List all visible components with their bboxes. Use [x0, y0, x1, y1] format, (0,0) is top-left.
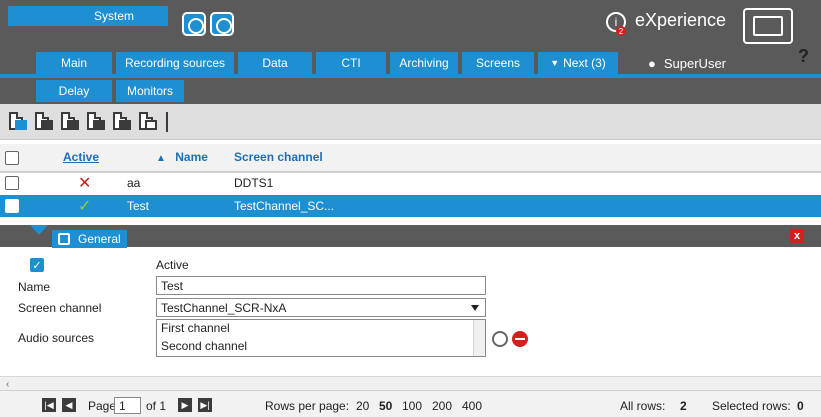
- toolbar: [0, 104, 821, 140]
- grid-header: Active ▲ Name Screen channel: [0, 144, 821, 173]
- selected-rows-value: 0: [797, 399, 804, 413]
- tab-screens[interactable]: Screens: [462, 52, 534, 74]
- rows-per-page-option[interactable]: 100: [402, 399, 422, 413]
- tab-next[interactable]: ▼ Next (3): [538, 52, 618, 74]
- column-active[interactable]: Active: [63, 150, 99, 164]
- tab-archiving[interactable]: Archiving: [390, 52, 458, 74]
- close-detail-button[interactable]: x: [790, 229, 804, 243]
- prev-page-button[interactable]: ◀: [62, 398, 76, 412]
- support-icon[interactable]: [182, 12, 206, 36]
- all-rows-value: 2: [680, 399, 687, 413]
- caret-down-icon: ▼: [550, 58, 560, 68]
- new-icon[interactable]: [6, 110, 28, 132]
- page-total: of 1: [146, 399, 167, 413]
- subtab-monitors[interactable]: Monitors: [116, 80, 184, 102]
- general-icon: [58, 233, 70, 245]
- inactive-icon: ✕: [78, 175, 92, 192]
- last-page-button[interactable]: ▶|: [198, 398, 212, 412]
- active-checkbox[interactable]: ✓: [30, 258, 44, 272]
- system-button[interactable]: System: [8, 6, 168, 26]
- tab-cti[interactable]: CTI: [316, 52, 386, 74]
- dropdown-arrow-icon: [471, 305, 479, 311]
- row-checkbox[interactable]: [5, 176, 19, 190]
- selected-rows-label: Selected rows:: [712, 399, 791, 413]
- tab-general[interactable]: General: [52, 230, 127, 248]
- pagination-bar: |◀ ◀ Page 1 of 1 ▶ ▶| Rows per page: 20 …: [0, 390, 821, 417]
- paste-icon[interactable]: [84, 110, 106, 132]
- table-row[interactable]: ✕ aa DDTS1: [0, 172, 821, 194]
- tab-main[interactable]: Main: [36, 52, 112, 74]
- help-icon[interactable]: ?: [798, 46, 809, 67]
- gear-icon[interactable]: [492, 331, 508, 347]
- next-page-button[interactable]: ▶: [178, 398, 192, 412]
- first-page-button[interactable]: |◀: [42, 398, 56, 412]
- list-scrollbar[interactable]: [473, 320, 485, 356]
- toolbar-divider: [166, 112, 168, 132]
- list-item[interactable]: First channel: [157, 320, 485, 338]
- dashboard-icon[interactable]: [743, 8, 793, 44]
- audio-sources-list[interactable]: First channel Second channel: [156, 319, 486, 357]
- active-icon: ✓: [78, 198, 92, 215]
- tab-recording-sources[interactable]: Recording sources: [116, 52, 234, 74]
- save-icon[interactable]: [210, 12, 234, 36]
- system-title: System: [94, 9, 135, 23]
- row-name: Test: [127, 199, 150, 213]
- delete-icon[interactable]: [110, 110, 132, 132]
- user-icon: ●: [648, 56, 656, 71]
- rows-per-page-option[interactable]: 400: [462, 399, 482, 413]
- row-screen-channel: DDTS1: [234, 176, 274, 190]
- all-rows-label: All rows:: [620, 399, 666, 413]
- remove-icon[interactable]: [512, 331, 528, 347]
- tab-data[interactable]: Data: [238, 52, 312, 74]
- rows-per-page-option[interactable]: 200: [432, 399, 452, 413]
- sort-asc-icon: ▲: [156, 153, 166, 164]
- table-row-selected[interactable]: ✓ Test TestChannel_SC...: [0, 195, 821, 217]
- row-screen-channel: TestChannel_SC...: [234, 199, 335, 213]
- import-icon[interactable]: [32, 110, 54, 132]
- column-name[interactable]: ▲ Name: [156, 150, 208, 164]
- page-input[interactable]: 1: [114, 397, 141, 414]
- brand-title: eXperience: [635, 10, 727, 30]
- scroll-left-icon[interactable]: ‹: [6, 379, 9, 390]
- select-all-checkbox[interactable]: [5, 151, 19, 165]
- rows-per-page-label: Rows per page:: [265, 399, 350, 413]
- name-field[interactable]: Test: [156, 276, 486, 295]
- settings-icon[interactable]: [136, 110, 158, 132]
- page-label: Page: [88, 399, 117, 413]
- rows-per-page-option-selected[interactable]: 50: [379, 399, 392, 413]
- screen-channel-label: Screen channel: [18, 301, 102, 315]
- name-label: Name: [18, 280, 51, 294]
- audio-sources-label: Audio sources: [18, 331, 95, 345]
- row-name: aa: [127, 176, 141, 190]
- screen-channel-select[interactable]: TestChannel_SCR-NxA: [156, 298, 486, 317]
- active-label: Active: [156, 258, 189, 272]
- horizontal-scrollbar[interactable]: ‹: [0, 376, 821, 390]
- list-item[interactable]: Second channel: [157, 338, 485, 356]
- copy-icon[interactable]: [58, 110, 80, 132]
- notification-badge: 2: [616, 26, 626, 36]
- rows-per-page-option[interactable]: 20: [356, 399, 369, 413]
- column-screen-channel[interactable]: Screen channel: [234, 150, 323, 164]
- row-checkbox[interactable]: [5, 199, 19, 213]
- subtab-delay[interactable]: Delay: [36, 80, 112, 102]
- user-menu[interactable]: ● SuperUser: [648, 56, 726, 71]
